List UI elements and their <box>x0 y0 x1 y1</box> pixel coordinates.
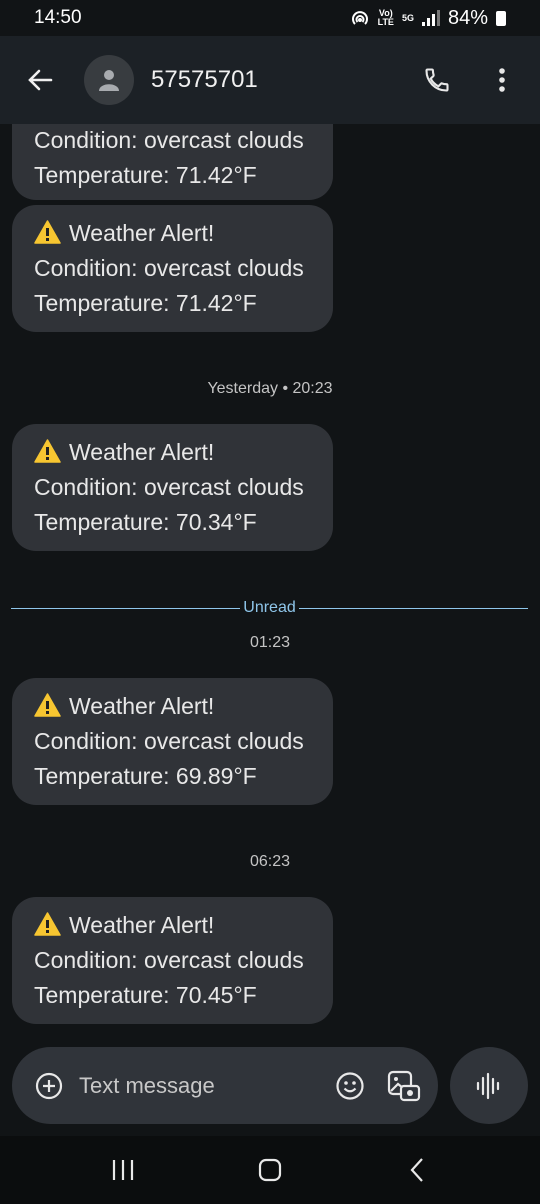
message-condition: Condition: overcast clouds <box>34 127 304 153</box>
warning-icon <box>34 693 61 717</box>
message-condition: Condition: overcast clouds <box>34 474 304 500</box>
warning-icon <box>34 439 61 463</box>
hotspot-icon <box>351 11 368 25</box>
system-navigation-bar <box>0 1136 540 1204</box>
person-icon <box>99 70 119 91</box>
phone-icon <box>425 68 449 92</box>
image-camera-icon <box>387 1070 421 1101</box>
unread-label: Unread <box>243 599 296 616</box>
message-temperature: Temperature: 71.42°F <box>34 290 257 316</box>
home-button[interactable] <box>240 1140 300 1200</box>
battery-icon <box>496 10 506 26</box>
message-composer: Text message <box>12 1047 438 1124</box>
message-bubble[interactable]: Weather Alert! Condition: overcast cloud… <box>12 424 333 551</box>
status-icons: Vo) LTE 5G 84% <box>350 7 506 30</box>
message-temperature: Temperature: 71.42°F <box>34 162 257 188</box>
message-condition: Condition: overcast clouds <box>34 255 304 281</box>
message-bubble[interactable]: Condition: overcast clouds Temperature: … <box>12 124 333 200</box>
signal-icon <box>421 10 440 26</box>
message-thread[interactable]: Condition: overcast clouds Temperature: … <box>0 124 540 1042</box>
emoji-icon <box>336 1071 364 1100</box>
back-button[interactable] <box>0 36 80 124</box>
message-title: Weather Alert! <box>69 912 215 938</box>
timestamp: Yesterday • 20:23 <box>207 380 333 397</box>
message-condition: Condition: overcast clouds <box>34 947 304 973</box>
timestamp: 01:23 <box>249 634 291 651</box>
voice-message-button[interactable] <box>450 1047 528 1124</box>
message-temperature: Temperature: 70.34°F <box>34 509 257 535</box>
message-bubble[interactable]: Weather Alert! Condition: overcast cloud… <box>12 897 333 1024</box>
message-bubble[interactable]: Weather Alert! Condition: overcast cloud… <box>12 205 333 332</box>
battery-percent: 84% <box>447 6 488 29</box>
recents-icon <box>113 1160 134 1180</box>
contact-avatar[interactable] <box>84 55 134 105</box>
message-title: Weather Alert! <box>69 439 215 465</box>
warning-icon <box>34 220 61 244</box>
message-input[interactable]: Text message <box>79 1073 330 1099</box>
message-temperature: Temperature: 69.89°F <box>34 763 257 789</box>
timestamp: 06:23 <box>249 853 291 870</box>
attach-button[interactable] <box>33 1072 65 1100</box>
status-bar: 14:50 Vo) LTE 5G 84% <box>0 0 540 36</box>
message-title: Weather Alert! <box>69 220 215 246</box>
conversation-header: 57575701 <box>0 36 540 124</box>
message-title: Weather Alert! <box>69 693 215 719</box>
more-vert-icon <box>499 68 505 92</box>
unread-divider: Unread <box>11 598 529 618</box>
volte-icon: Vo) LTE <box>377 8 394 27</box>
back-arrow-icon <box>28 69 53 91</box>
contact-name[interactable]: 57575701 <box>151 66 410 94</box>
waveform-icon <box>476 1072 500 1099</box>
5g-icon: 5G <box>401 12 414 23</box>
message-temperature: Temperature: 70.45°F <box>34 982 257 1008</box>
status-time: 14:50 <box>34 7 82 28</box>
message-condition: Condition: overcast clouds <box>34 728 304 754</box>
warning-icon <box>34 912 61 936</box>
more-options-button[interactable] <box>478 67 526 93</box>
system-back-button[interactable] <box>387 1140 447 1200</box>
home-icon <box>258 1158 282 1182</box>
add-circle-icon <box>35 1072 63 1099</box>
gallery-button[interactable] <box>384 1069 424 1103</box>
emoji-button[interactable] <box>330 1071 370 1101</box>
recent-apps-button[interactable] <box>93 1140 153 1200</box>
call-button[interactable] <box>410 66 464 94</box>
message-bubble[interactable]: Weather Alert! Condition: overcast cloud… <box>12 678 333 805</box>
chevron-left-icon <box>410 1158 423 1182</box>
